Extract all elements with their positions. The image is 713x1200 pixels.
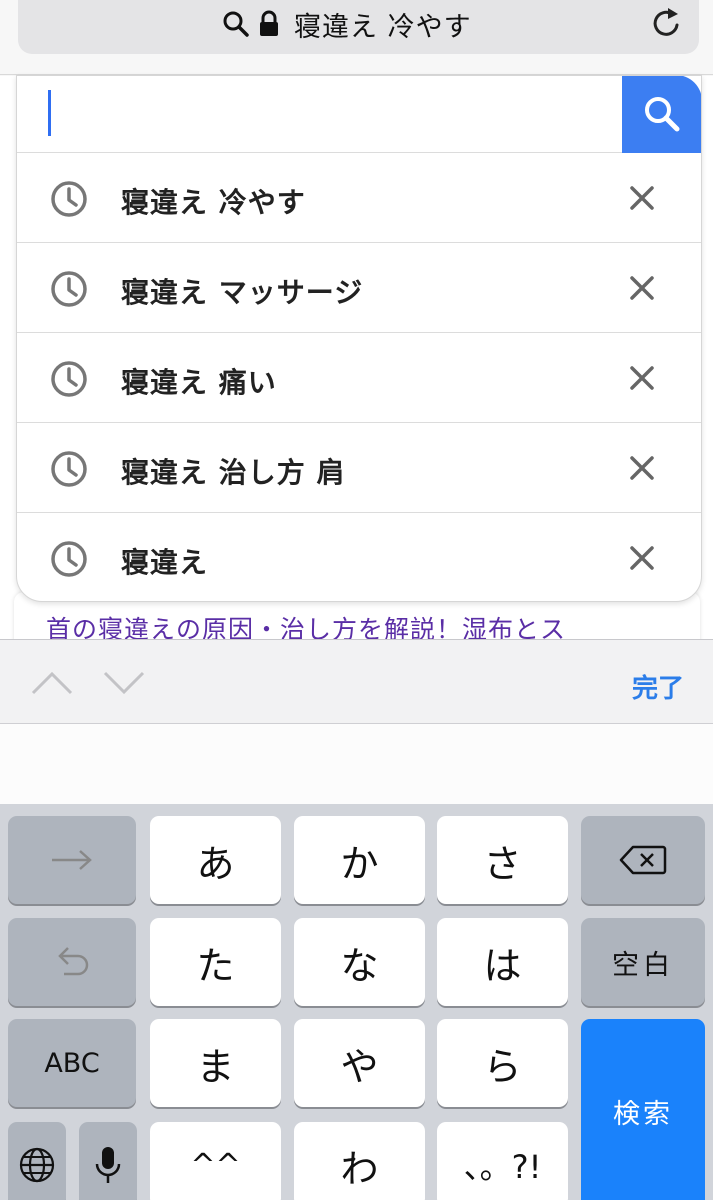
reload-icon[interactable] [650, 6, 684, 40]
search-button[interactable] [622, 76, 701, 153]
chevron-up-icon[interactable] [30, 670, 74, 696]
key-punctuation[interactable]: 、。?! [437, 1122, 568, 1200]
suggestion-label: 寝違え 痛い [121, 366, 277, 399]
microphone-icon [95, 1147, 121, 1183]
key-label: は [483, 943, 522, 988]
key-label: た [196, 943, 235, 988]
search-key[interactable]: 検索 [581, 1019, 705, 1200]
address-text: 寝違え 冷やす [294, 11, 472, 43]
suggestion-item[interactable]: 寝違え 痛い [17, 333, 701, 423]
mic-key[interactable] [79, 1122, 137, 1200]
globe-key[interactable] [8, 1122, 66, 1200]
key-na[interactable]: な [294, 918, 425, 1006]
key-label: さ [483, 841, 522, 886]
search-input[interactable] [47, 90, 607, 138]
next-key[interactable] [8, 816, 136, 904]
address-content[interactable]: 寝違え 冷やす [222, 4, 472, 44]
suggestion-label: 寝違え [121, 546, 209, 579]
text-caret [48, 90, 51, 136]
close-icon[interactable] [627, 363, 657, 393]
key-face[interactable]: ^^ [150, 1122, 281, 1200]
search-icon [223, 11, 249, 37]
search-suggestions: 寝違え 冷やす 寝違え マッサージ 寝違え 痛い 寝違え 治し方 肩 寝違え [16, 75, 702, 602]
delete-key[interactable] [581, 816, 705, 904]
suggestion-item[interactable]: 寝違え [17, 513, 701, 601]
suggestion-label: 寝違え 治し方 肩 [121, 456, 346, 489]
key-ta[interactable]: た [150, 918, 281, 1006]
key-label: か [340, 841, 379, 886]
key-sa[interactable]: さ [437, 816, 568, 904]
key-label: わ [340, 1146, 379, 1191]
key-label: ま [196, 1044, 235, 1089]
abc-key[interactable]: ABC [8, 1019, 136, 1107]
key-label: や [340, 1044, 379, 1089]
arrow-right-icon [52, 850, 92, 870]
close-icon[interactable] [627, 543, 657, 573]
clock-icon [51, 271, 87, 307]
key-a[interactable]: あ [150, 816, 281, 904]
key-label: な [340, 943, 379, 988]
keyboard: あ か さ た な は 空白 ABC ま や ら 検索 ^^ わ 、。?! [0, 804, 713, 1200]
close-icon[interactable] [627, 273, 657, 303]
key-label: あ [196, 841, 235, 886]
key-ma[interactable]: ま [150, 1019, 281, 1107]
address-bar-area: 寝違え 冷やす [0, 0, 713, 75]
abc-label: ABC [44, 1047, 100, 1079]
key-ya[interactable]: や [294, 1019, 425, 1107]
suggestion-label: 寝違え 冷やす [121, 186, 306, 219]
clock-icon [51, 541, 87, 577]
lock-icon [260, 10, 278, 36]
key-ha[interactable]: は [437, 918, 568, 1006]
key-label: 、。?! [463, 1148, 542, 1186]
clock-icon [51, 451, 87, 487]
key-ra[interactable]: ら [437, 1019, 568, 1107]
key-label: ^^ [190, 1147, 241, 1183]
suggestion-item[interactable]: 寝違え 治し方 肩 [17, 423, 701, 513]
search-key-label: 検索 [613, 1099, 673, 1130]
key-ka[interactable]: か [294, 816, 425, 904]
suggestion-item[interactable]: 寝違え 冷やす [17, 153, 701, 243]
search-row [17, 76, 701, 153]
key-label: ら [483, 1044, 522, 1089]
clock-icon [51, 181, 87, 217]
search-icon [645, 97, 680, 132]
delete-icon [619, 845, 667, 875]
space-key[interactable]: 空白 [581, 918, 705, 1006]
close-icon[interactable] [627, 453, 657, 483]
globe-icon [19, 1147, 55, 1183]
space-label: 空白 [612, 949, 674, 981]
clock-icon [51, 361, 87, 397]
candidate-bar [0, 724, 713, 804]
undo-key[interactable] [8, 918, 136, 1006]
close-icon[interactable] [627, 183, 657, 213]
done-button[interactable]: 完了 [632, 668, 684, 705]
suggestion-label: 寝違え マッサージ [121, 276, 364, 309]
key-wa[interactable]: わ [294, 1122, 425, 1200]
suggestion-item[interactable]: 寝違え マッサージ [17, 243, 701, 333]
chevron-down-icon[interactable] [102, 670, 146, 696]
undo-icon [58, 947, 89, 976]
